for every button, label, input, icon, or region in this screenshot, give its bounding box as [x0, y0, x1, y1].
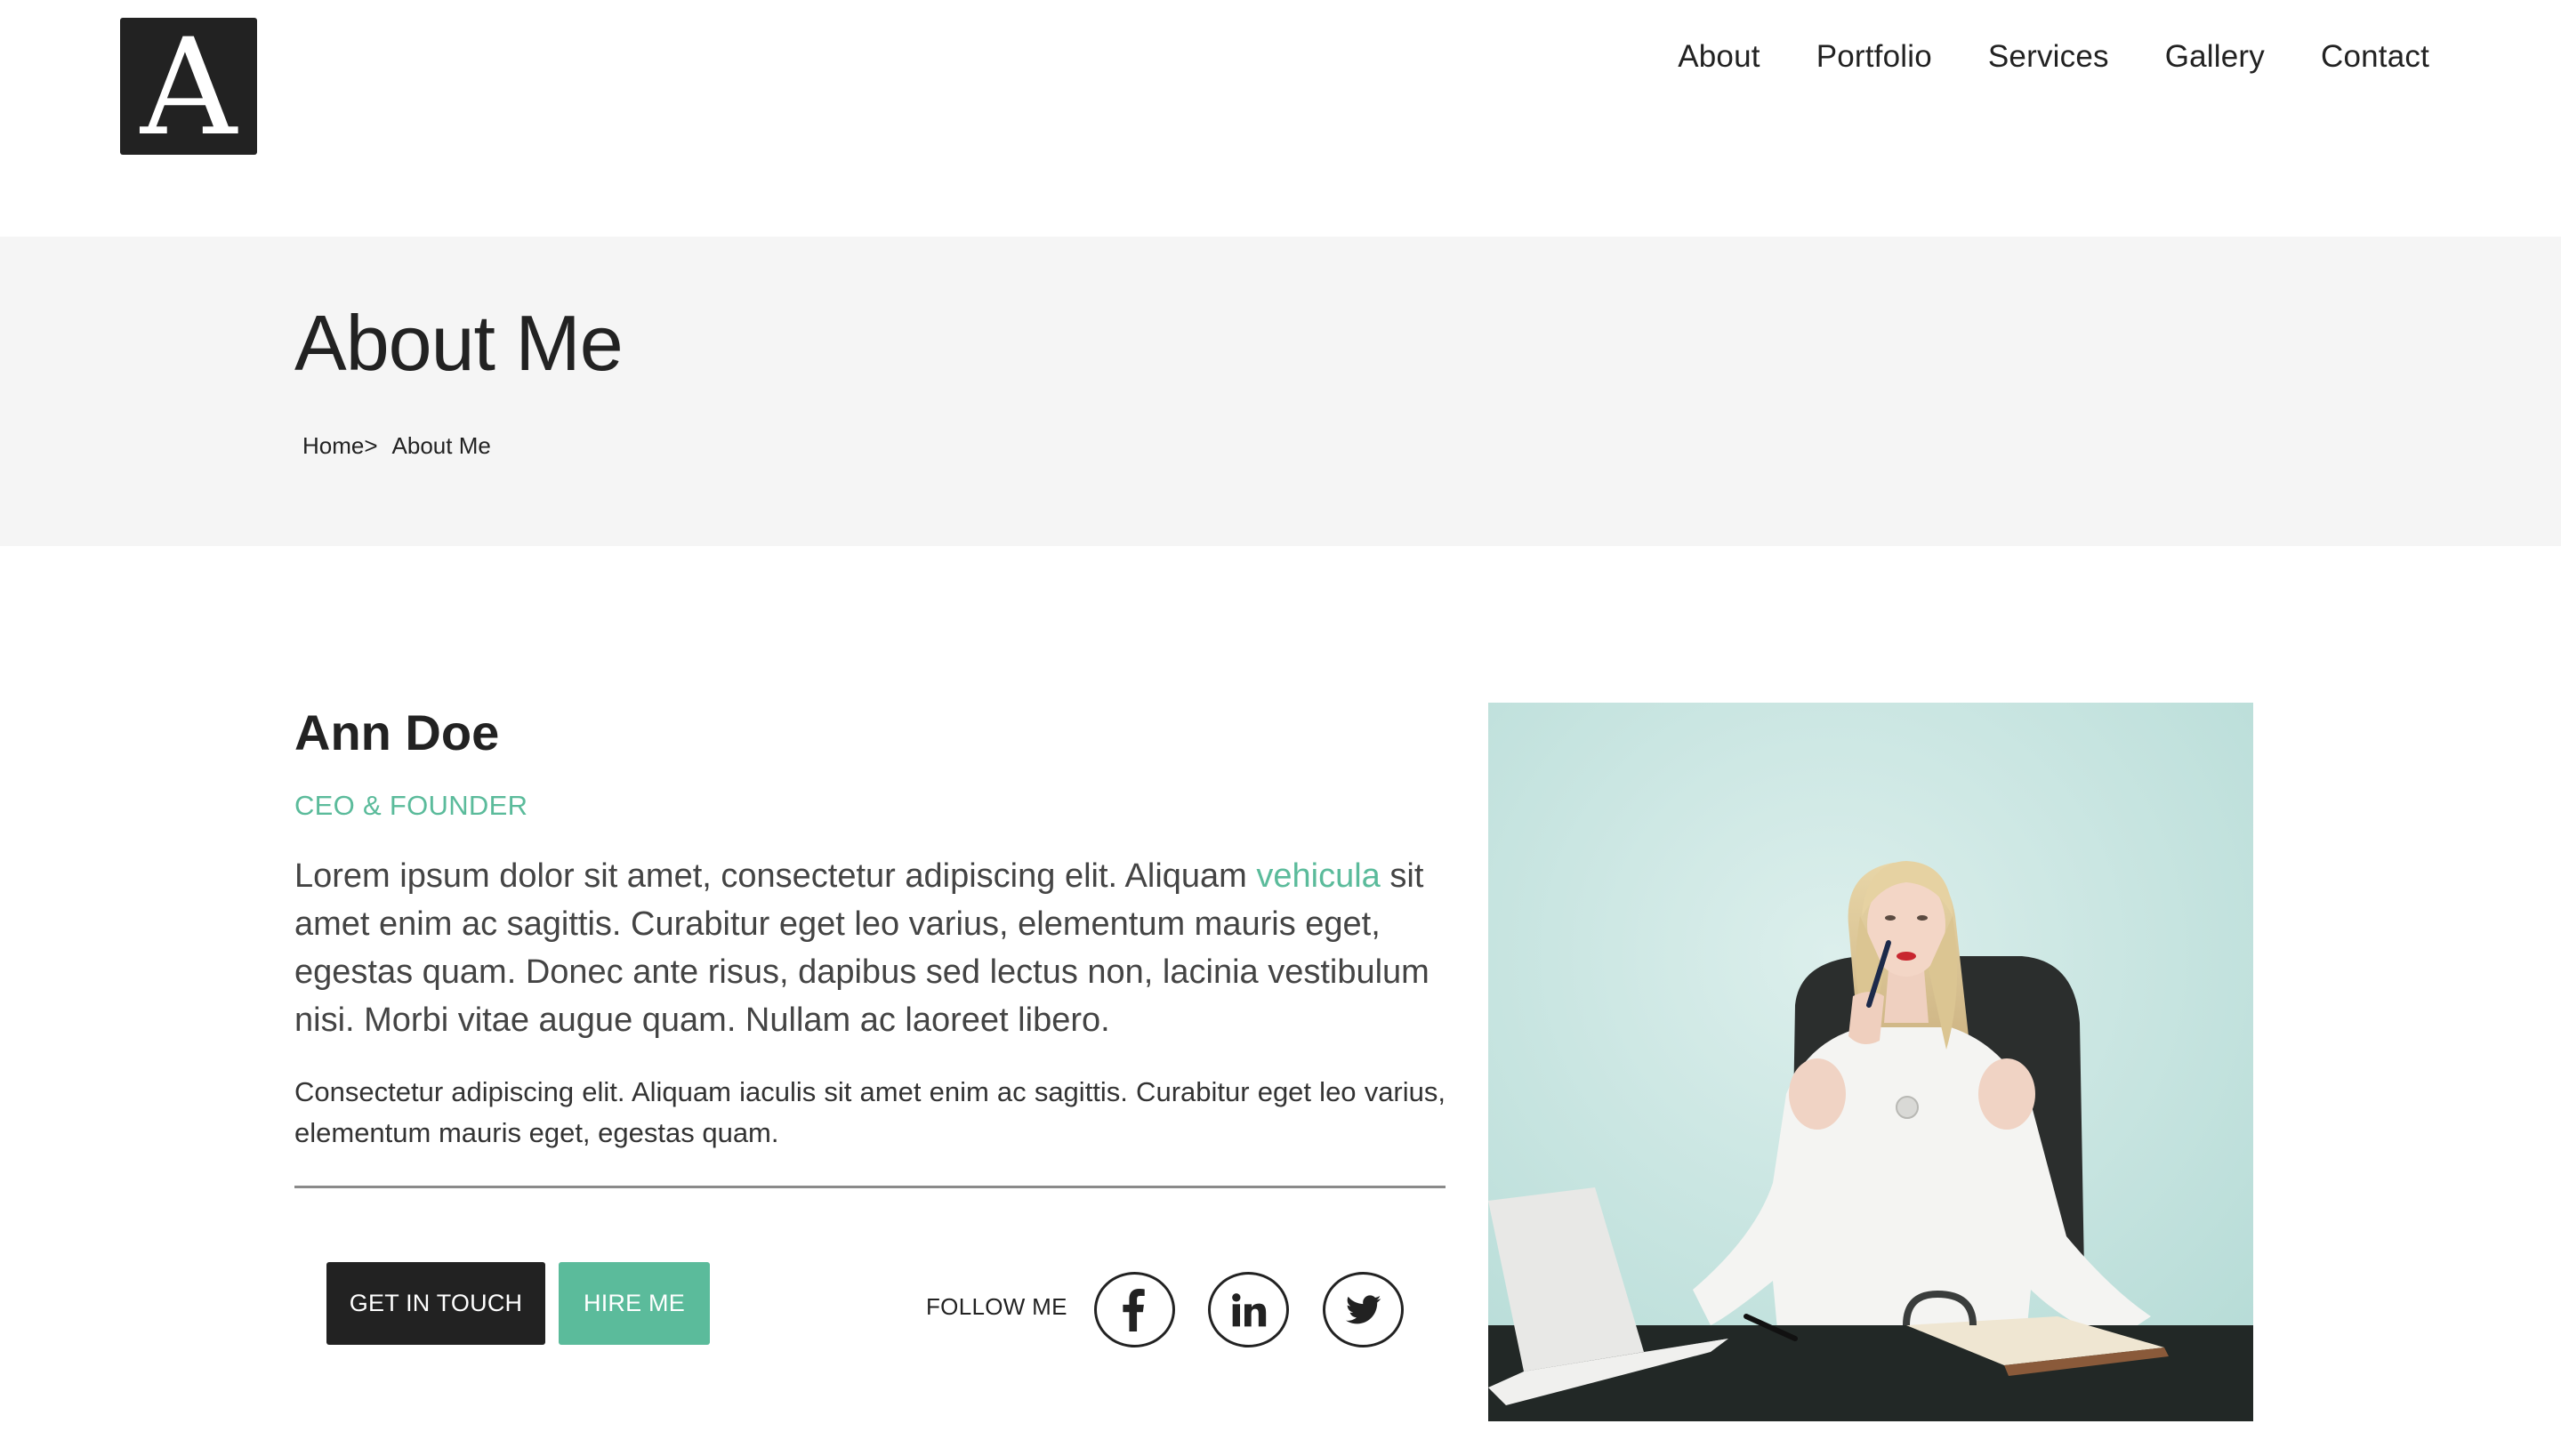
hire-me-button[interactable]: HIRE ME: [559, 1262, 710, 1345]
lead-highlight-link[interactable]: vehicula: [1256, 857, 1380, 895]
profile-photo-illustration: [1488, 703, 2253, 1421]
main-nav: About Portfolio Services Gallery Contact: [1678, 39, 2429, 75]
profile-photo: [1488, 703, 2253, 1421]
breadcrumb-current: About Me: [391, 432, 491, 459]
twitter-button[interactable]: [1323, 1272, 1404, 1347]
site-header: A About Portfolio Services Gallery Conta…: [0, 0, 2561, 237]
profile-role: CEO & FOUNDER: [294, 790, 528, 821]
breadcrumb-home[interactable]: Home>: [302, 432, 378, 460]
nav-about[interactable]: About: [1678, 39, 1760, 75]
page-banner: [0, 237, 2561, 546]
follow-me-label: FOLLOW ME: [926, 1293, 1067, 1320]
facebook-button[interactable]: [1094, 1272, 1175, 1347]
profile-name: Ann Doe: [294, 704, 500, 760]
linkedin-icon: [1231, 1292, 1266, 1326]
section-divider: [294, 1186, 1446, 1188]
profile-lead-paragraph: Lorem ipsum dolor sit amet, consectetur …: [294, 852, 1451, 1044]
nav-contact[interactable]: Contact: [2321, 39, 2429, 75]
profile-body-paragraph: Consectetur adipiscing elit. Aliquam iac…: [294, 1076, 1446, 1148]
linkedin-button[interactable]: [1208, 1272, 1289, 1347]
facebook-icon: [1122, 1288, 1145, 1331]
twitter-icon: [1345, 1294, 1381, 1323]
logo-letter: A: [140, 11, 238, 165]
lead-text-start: Lorem ipsum dolor sit amet, consectetur …: [294, 857, 1257, 895]
nav-services[interactable]: Services: [1988, 39, 2109, 75]
nav-gallery[interactable]: Gallery: [2165, 39, 2265, 75]
site-logo[interactable]: A: [120, 18, 257, 155]
page-title: About Me: [294, 299, 624, 387]
breadcrumb: Home> About Me: [302, 432, 491, 460]
get-in-touch-button[interactable]: GET IN TOUCH: [326, 1262, 545, 1345]
nav-portfolio[interactable]: Portfolio: [1816, 39, 1932, 75]
